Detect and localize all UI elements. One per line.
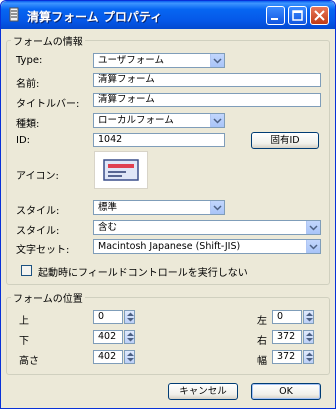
ok-button[interactable]: OK	[251, 383, 321, 400]
type-select[interactable]: ユーザフォーム	[93, 53, 225, 68]
kind-label: 種類:	[16, 119, 40, 130]
height-field[interactable]: 402	[93, 350, 123, 364]
style1-select[interactable]: 標準	[93, 200, 225, 215]
form-info-legend: フォームの情報	[11, 33, 85, 48]
name-label: 名前:	[16, 79, 40, 90]
spin-arrows-icon	[127, 312, 134, 322]
top-label: 上	[19, 316, 29, 327]
style1-label: スタイル:	[16, 206, 60, 217]
id-label: ID:	[16, 135, 31, 146]
icon-label: アイコン:	[16, 171, 59, 182]
minimize-icon	[271, 18, 278, 20]
kind-value: ローカルフォーム	[98, 115, 174, 126]
left-stepper[interactable]	[303, 310, 314, 324]
chevron-down-icon	[309, 225, 318, 231]
kind-select[interactable]: ローカルフォーム	[93, 113, 225, 128]
form-position-legend: フォームの位置	[11, 290, 85, 305]
close-icon	[314, 10, 325, 21]
style1-value: 標準	[98, 202, 118, 213]
spin-arrows-icon	[127, 332, 134, 342]
titlebar-label: タイトルバー:	[16, 99, 80, 110]
bottom-field[interactable]: 402	[93, 330, 123, 344]
charset-dropdown-arrow[interactable]	[306, 240, 320, 253]
left-field[interactable]: 0	[272, 310, 302, 324]
maximize-icon	[292, 10, 303, 21]
cancel-button[interactable]: キャンセル	[168, 383, 238, 400]
top-field[interactable]: 0	[93, 310, 123, 324]
spin-arrows-icon	[306, 312, 313, 322]
chevron-down-icon	[213, 118, 222, 124]
spin-arrows-icon	[127, 352, 134, 362]
form-icon-well[interactable]	[94, 151, 148, 189]
width-label: 幅	[257, 356, 267, 367]
bottom-label: 下	[19, 336, 29, 347]
style2-select[interactable]: 含む	[93, 220, 321, 235]
width-field[interactable]: 372	[272, 350, 302, 364]
right-label: 右	[257, 336, 267, 347]
spin-arrows-icon	[306, 332, 313, 342]
chevron-down-icon	[309, 244, 318, 250]
skip-field-controls-label: 起動時にフィールドコントロールを実行しない	[38, 268, 248, 279]
chevron-down-icon	[213, 205, 222, 211]
left-label: 左	[257, 316, 267, 327]
titlebar-field[interactable]: 清算フォーム	[93, 93, 321, 107]
charset-label: 文字セット:	[16, 245, 70, 256]
type-dropdown-arrow[interactable]	[210, 54, 224, 67]
id-field[interactable]: 1042	[93, 133, 225, 147]
close-button[interactable]	[310, 6, 329, 25]
chevron-down-icon	[213, 58, 222, 64]
window-title: 清算フォーム プロパティ	[27, 10, 163, 24]
height-label: 高さ	[19, 356, 39, 367]
charset-value: Macintosh Japanese (Shift-JIS)	[98, 241, 241, 252]
charset-select[interactable]: Macintosh Japanese (Shift-JIS)	[93, 239, 321, 254]
unique-id-button[interactable]: 固有ID	[251, 132, 319, 149]
bottom-stepper[interactable]	[124, 330, 135, 344]
style2-dropdown-arrow[interactable]	[306, 221, 320, 234]
spin-arrows-icon	[306, 352, 313, 362]
envelope-icon	[103, 159, 139, 181]
top-stepper[interactable]	[124, 310, 135, 324]
width-stepper[interactable]	[303, 350, 314, 364]
skip-field-controls-checkbox[interactable]	[21, 265, 32, 276]
kind-dropdown-arrow[interactable]	[210, 114, 224, 127]
right-field[interactable]: 372	[272, 330, 302, 344]
right-stepper[interactable]	[303, 330, 314, 344]
style1-dropdown-arrow[interactable]	[210, 201, 224, 214]
style2-label: スタイル:	[16, 226, 60, 237]
title-bar[interactable]: 清算フォーム プロパティ	[1, 1, 335, 29]
type-value: ユーザフォーム	[98, 55, 165, 66]
maximize-button[interactable]	[288, 6, 307, 25]
style2-value: 含む	[98, 222, 118, 233]
app-icon	[9, 7, 19, 22]
type-label: Type:	[16, 55, 43, 66]
name-field[interactable]: 清算フォーム	[93, 73, 321, 87]
height-stepper[interactable]	[124, 350, 135, 364]
minimize-button[interactable]	[266, 6, 285, 25]
properties-dialog: 清算フォーム プロパティ フォームの情報 Type: ユーザフォーム 名前: 清…	[0, 0, 336, 409]
